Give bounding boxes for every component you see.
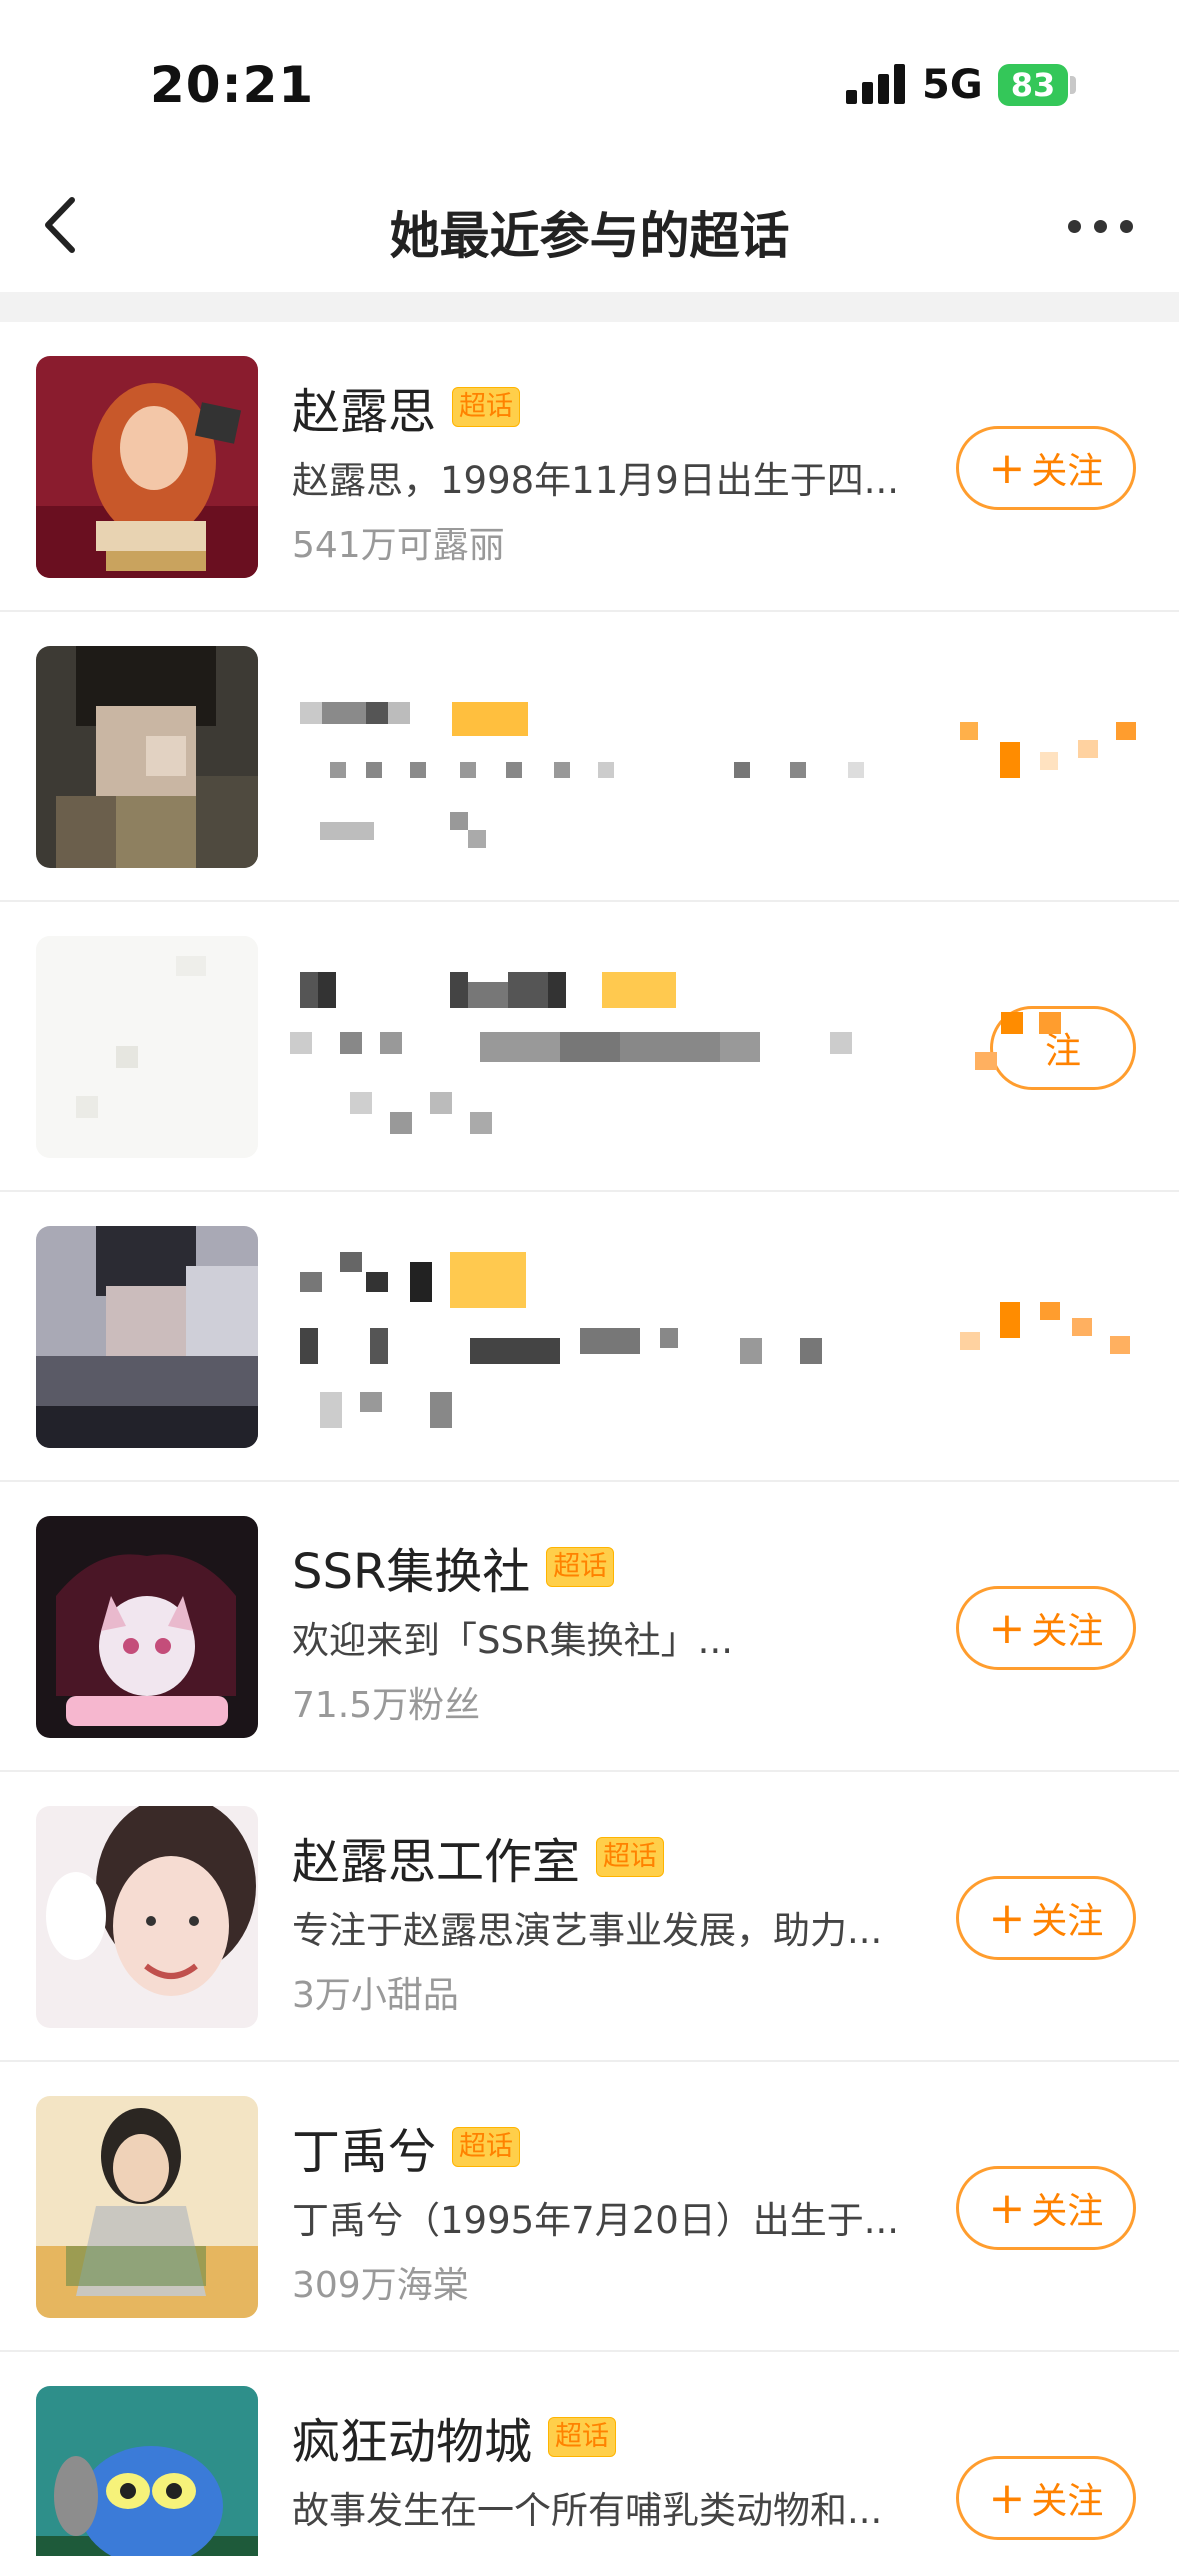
- plus-icon: +: [988, 442, 1026, 494]
- topic-badge: 超话: [546, 1547, 615, 1587]
- follow-label: 关注: [1031, 2481, 1104, 2522]
- redacted-follow-mosaic[interactable]: [960, 1302, 1140, 1362]
- follow-label: 关注: [1031, 451, 1104, 492]
- topic-description: 丁禹兮（1995年7月20日）出生于...: [292, 2199, 900, 2242]
- status-time: 20:21: [150, 56, 315, 114]
- redacted-follow-mosaic[interactable]: [960, 722, 1140, 782]
- topic-row[interactable]: SSR集换社 超话 欢迎来到「SSR集换社」... 71.5万粉丝 + 关注: [0, 1482, 1179, 1772]
- follow-button[interactable]: + 关注: [956, 1876, 1136, 1960]
- topic-name: 丁禹兮: [292, 2124, 437, 2180]
- topic-description: 故事发生在一个所有哺乳类动物和...: [292, 2489, 883, 2532]
- battery-level: 83: [1010, 66, 1056, 104]
- redacted-desc-mosaic: [290, 1032, 930, 1068]
- follow-button[interactable]: + 关注: [956, 2166, 1136, 2250]
- topic-row[interactable]: 疯狂动物城 超话 故事发生在一个所有哺乳类动物和... + 关注: [0, 2352, 1179, 2556]
- topic-row[interactable]: 丁禹兮 超话 丁禹兮（1995年7月20日）出生于... 309万海棠 + 关注: [0, 2062, 1179, 2352]
- topic-row[interactable]: 赵露思 超话 赵露思，1998年11月9日出生于四... 541万可露丽 + 关注: [0, 322, 1179, 612]
- topic-fans: 3万小甜品: [292, 1975, 459, 2016]
- topic-description: 欢迎来到「SSR集换社」...: [292, 1619, 733, 1662]
- topic-name: 疯狂动物城: [292, 2414, 533, 2470]
- follow-label: 关注: [1031, 1611, 1104, 1652]
- topic-row-redacted[interactable]: 注: [0, 902, 1179, 1192]
- signal-icon: [846, 64, 908, 104]
- topic-fans: 71.5万粉丝: [292, 1685, 481, 1726]
- topic-row-redacted[interactable]: [0, 1192, 1179, 1482]
- topic-list: 赵露思 超话 赵露思，1998年11月9日出生于四... 541万可露丽 + 关注: [0, 322, 1179, 2556]
- redacted-desc-mosaic: [330, 762, 890, 792]
- topic-avatar-redacted: [36, 1226, 258, 1448]
- topic-avatar-redacted: [36, 936, 258, 1158]
- follow-button[interactable]: + 关注: [956, 426, 1136, 510]
- follow-button[interactable]: + 关注: [956, 2456, 1136, 2540]
- plus-icon: +: [988, 2182, 1026, 2234]
- topic-fans: 541万可露丽: [292, 525, 505, 566]
- battery-icon: 83: [998, 64, 1068, 106]
- network-type: 5G: [922, 62, 983, 108]
- redacted-fans-mosaic: [330, 1092, 530, 1134]
- topic-description: 专注于赵露思演艺事业发展，助力...: [292, 1909, 883, 1952]
- battery-tip: [1070, 76, 1076, 94]
- redacted-follow-mosaic: [975, 1012, 1075, 1072]
- topic-name: 赵露思工作室: [292, 1834, 581, 1890]
- plus-icon: +: [988, 1602, 1026, 1654]
- topic-avatar-redacted: [36, 646, 258, 868]
- topic-name: SSR集换社: [292, 1544, 531, 1600]
- topic-avatar: [36, 2386, 258, 2556]
- topic-avatar: [36, 2096, 258, 2318]
- plus-icon: +: [988, 2472, 1026, 2524]
- topic-avatar: [36, 1516, 258, 1738]
- plus-icon: +: [988, 1892, 1026, 1944]
- topic-description: 赵露思，1998年11月9日出生于四...: [292, 459, 900, 502]
- topic-badge: 超话: [452, 2127, 521, 2167]
- redacted-name-mosaic: [300, 702, 540, 742]
- nav-bar: 她最近参与的超话: [0, 160, 1179, 290]
- topic-row-redacted[interactable]: [0, 612, 1179, 902]
- topic-badge: 超话: [548, 2417, 617, 2457]
- redacted-desc-mosaic: [300, 1328, 900, 1368]
- topic-fans: 309万海棠: [292, 2265, 469, 2306]
- redacted-name-mosaic: [300, 972, 680, 1012]
- redacted-fans-mosaic: [320, 812, 520, 852]
- status-bar: 20:21 5G 83: [0, 0, 1179, 160]
- follow-label: 关注: [1031, 1901, 1104, 1942]
- topic-avatar: [36, 1806, 258, 2028]
- follow-button[interactable]: + 关注: [956, 1586, 1136, 1670]
- more-dots-icon[interactable]: [1062, 200, 1142, 250]
- redacted-name-mosaic: [300, 1252, 560, 1308]
- redacted-fans-mosaic: [300, 1392, 500, 1432]
- follow-label: 关注: [1031, 2191, 1104, 2232]
- topic-name: 赵露思: [292, 384, 437, 440]
- topic-badge: 超话: [452, 387, 521, 427]
- topic-row[interactable]: 赵露思工作室 超话 专注于赵露思演艺事业发展，助力... 3万小甜品 + 关注: [0, 1772, 1179, 2062]
- page-title: 她最近参与的超话: [389, 207, 790, 265]
- topic-badge: 超话: [596, 1837, 665, 1877]
- section-divider: [0, 292, 1179, 322]
- topic-avatar: [36, 356, 258, 578]
